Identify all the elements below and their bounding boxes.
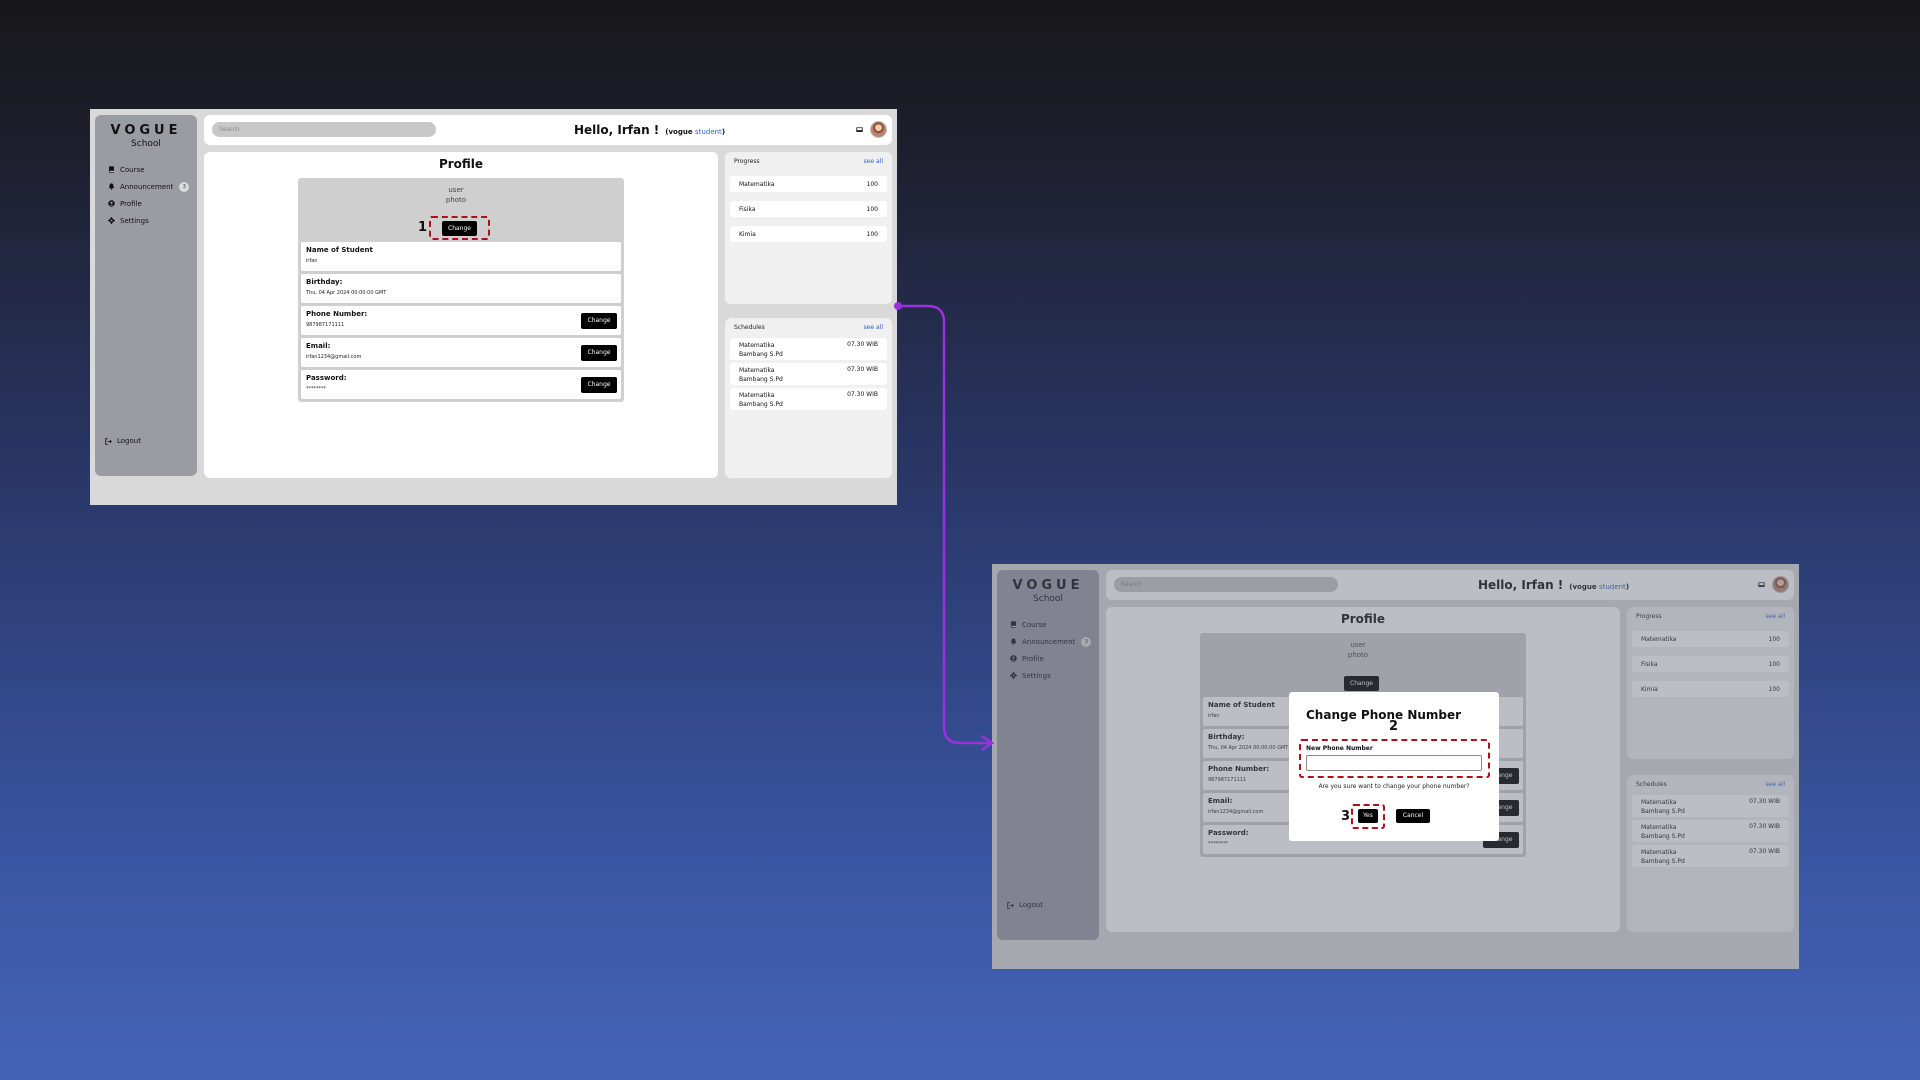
birthday-field: Birthday: Thu, 04 Apr 2024 00:00:00 GMT: [301, 274, 621, 303]
progress-value: 100: [866, 206, 878, 213]
sidebar-item-announcement[interactable]: Announcement 3: [108, 178, 197, 195]
schedule-subject: Matematika Bambang S.Pd: [739, 391, 783, 409]
schedule-row: Matematika Bambang S.Pd 07.30 WIB: [730, 388, 887, 410]
schedule-time: 07.30 WIB: [847, 341, 878, 348]
progress-row: Kimia 100: [730, 226, 887, 242]
sidebar: VOGUE School Course Announcement 3 Profi…: [95, 115, 197, 476]
schedule-teacher: Bambang S.Pd: [739, 351, 783, 358]
name-field: Name of Student irfan: [301, 242, 621, 271]
schedule-teacher: Bambang S.Pd: [739, 401, 783, 408]
schedule-subject-name: Matematika: [739, 342, 775, 349]
confirm-text: Are you sure want to change your phone n…: [1318, 783, 1470, 790]
role-suffix: ): [721, 128, 726, 136]
field-value: irfan: [306, 258, 318, 264]
step-1-label: 1: [418, 220, 428, 235]
progress-panel: Progress see all Matematika 100 Fisika 100…: [725, 152, 892, 304]
avatar[interactable]: [870, 121, 887, 138]
field-label: Name of Student: [306, 246, 373, 254]
modal-title: Change Phone Number: [1306, 708, 1462, 722]
panel-title: Progress: [734, 158, 760, 165]
logout-button[interactable]: Logout: [105, 437, 141, 445]
bell-icon: [108, 183, 115, 190]
field-value: Thu, 04 Apr 2024 00:00:00 GMT: [306, 290, 387, 296]
logo-title: VOGUE: [110, 123, 182, 138]
change-password-button[interactable]: Change: [581, 377, 617, 393]
role-name: student: [695, 128, 722, 136]
search-input[interactable]: [212, 122, 436, 137]
page-title: Profile: [438, 157, 484, 171]
schedule-time: 07.30 WIB: [847, 366, 878, 373]
progress-subject: Matematika: [739, 181, 775, 188]
schedule-time: 07.30 WIB: [847, 391, 878, 398]
sidebar-item-label: Course: [120, 165, 145, 174]
cancel-button[interactable]: Cancel: [1396, 809, 1430, 823]
progress-row: Fisika 100: [730, 201, 887, 217]
schedule-subject: Matematika Bambang S.Pd: [739, 366, 783, 384]
flow-connector-line: [898, 304, 990, 745]
sidebar-item-label: Announcement: [120, 182, 174, 191]
phone-field: Phone Number: 987987171111 Change: [301, 306, 621, 335]
sidebar-item-settings[interactable]: Settings: [108, 212, 197, 229]
progress-value: 100: [866, 231, 878, 238]
logo-subtitle: School: [131, 139, 161, 149]
change-phone-modal: Change Phone Number 2 New Phone Number A…: [1289, 692, 1499, 841]
schedule-subject-name: Matematika: [739, 392, 775, 399]
sidebar-item-label: Profile: [120, 199, 142, 208]
progress-subject: Kimia: [739, 231, 756, 238]
email-field: Email: irfan1234@gmail.com Change: [301, 338, 621, 367]
profile-panel: Profile user photo Change Name of Studen…: [204, 152, 718, 478]
schedules-see-all-link[interactable]: see all: [864, 324, 883, 331]
logout-label: Logout: [117, 437, 141, 445]
field-value: 987987171111: [306, 322, 345, 328]
progress-subject: Fisika: [739, 206, 756, 213]
field-label: Password:: [306, 374, 347, 382]
gear-icon: [108, 217, 115, 224]
field-value: ********: [306, 386, 326, 392]
progress-value: 100: [866, 181, 878, 188]
screenshot-profile-page: VOGUE School Course Announcement 3 Profi…: [90, 109, 897, 505]
step-3-label: 3: [1341, 809, 1351, 824]
greeting-text: Hello, Irfan !: [574, 123, 660, 137]
sidebar-item-course[interactable]: Course: [108, 161, 197, 178]
step-1-highlight: [429, 216, 490, 240]
field-label: Birthday:: [306, 278, 343, 286]
logout-icon: [105, 437, 112, 445]
schedule-subject: Matematika Bambang S.Pd: [739, 341, 783, 359]
panel-title: Schedules: [734, 324, 765, 331]
profile-card: user photo Change Name of Student irfan …: [298, 178, 624, 402]
sidebar-nav: Course Announcement 3 Profile Settings: [95, 161, 197, 229]
field-value: irfan1234@gmail.com: [306, 354, 362, 360]
logo: VOGUE School: [95, 115, 197, 149]
user-circle-icon: [108, 200, 115, 207]
flow-connector-arrowhead: [981, 734, 995, 752]
top-bar: Hello, Irfan ! (vogue student): [204, 115, 892, 145]
step-3-highlight: [1351, 804, 1385, 829]
field-label: Phone Number:: [306, 310, 368, 318]
schedule-teacher: Bambang S.Pd: [739, 376, 783, 383]
role-label: (vogue student): [665, 128, 725, 136]
role-prefix: (vogue: [665, 128, 696, 136]
sidebar-item-label: Settings: [120, 216, 149, 225]
step-2-label: 2: [1389, 719, 1399, 734]
book-icon: [109, 166, 114, 173]
progress-see-all-link[interactable]: see all: [864, 158, 883, 165]
screenshot-change-phone-modal: VOGUE School Course Announcement 3 Profi…: [992, 564, 1799, 969]
change-phone-button[interactable]: Change: [581, 313, 617, 329]
user-photo: user photo: [445, 186, 467, 204]
step-2-highlight: [1299, 739, 1490, 778]
progress-row: Matematika 100: [730, 176, 887, 192]
announcement-count-badge: 3: [179, 181, 190, 192]
change-email-button[interactable]: Change: [581, 345, 617, 361]
sidebar-item-profile[interactable]: Profile: [108, 195, 197, 212]
schedule-subject-name: Matematika: [739, 367, 775, 374]
password-field: Password: ******** Change: [301, 370, 621, 399]
inbox-icon[interactable]: [856, 126, 863, 133]
schedule-row: Matematika Bambang S.Pd 07.30 WIB: [730, 338, 887, 360]
field-label: Email:: [306, 342, 331, 350]
schedule-row: Matematika Bambang S.Pd 07.30 WIB: [730, 363, 887, 385]
schedules-panel: Schedules see all Matematika Bambang S.Pd…: [725, 318, 892, 478]
greeting: Hello, Irfan ! (vogue student): [574, 123, 725, 137]
